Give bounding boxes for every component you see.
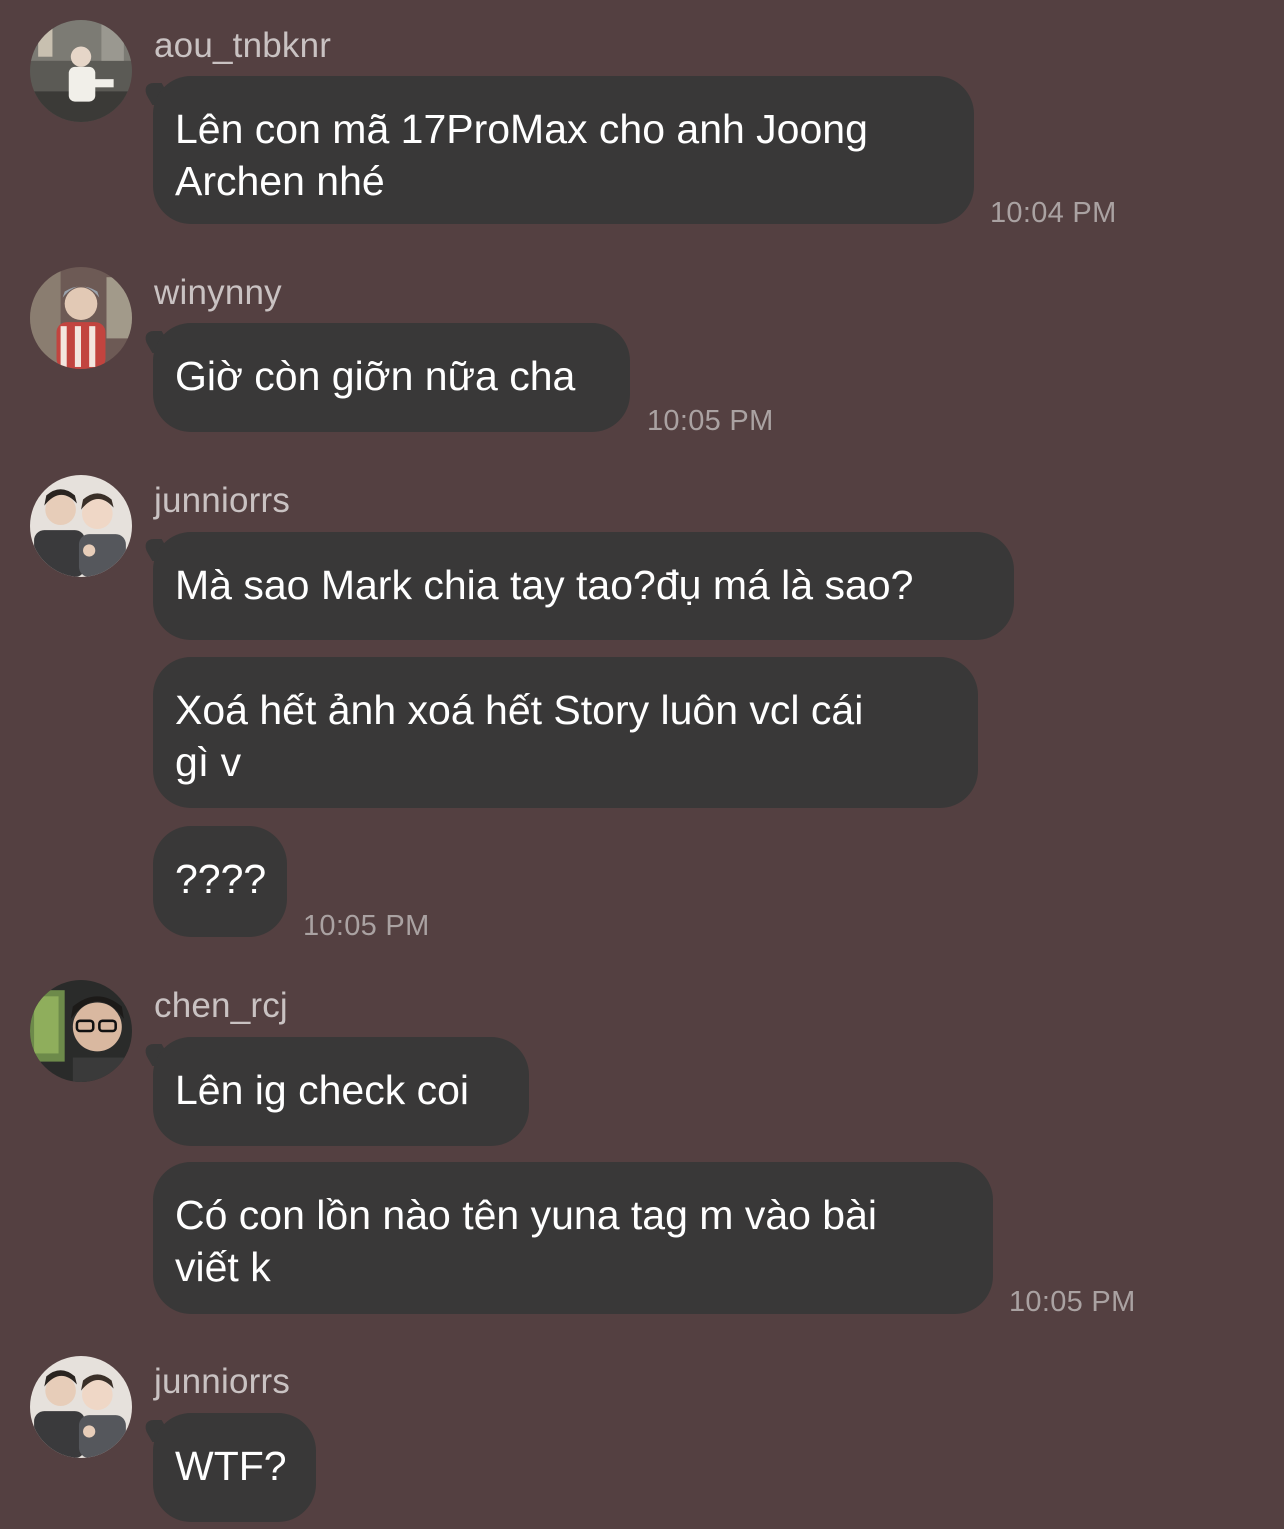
user-avatar-icon <box>30 267 132 369</box>
sender-name: junniorrs <box>154 481 291 520</box>
user-avatar-icon <box>30 980 132 1082</box>
avatar-chen-rcj[interactable] <box>30 980 132 1082</box>
message-timestamp: 10:05 PM <box>303 910 430 942</box>
message-bubble[interactable]: Giờ còn giỡn nữa cha <box>153 323 630 432</box>
message-timestamp: 10:04 PM <box>990 197 1117 229</box>
avatar-junniorrs[interactable] <box>30 1356 132 1458</box>
message-bubble[interactable]: Xoá hết ảnh xoá hết Story luôn vcl cái g… <box>153 657 978 808</box>
message-bubble[interactable]: WTF? <box>153 1413 316 1522</box>
sender-name: winynny <box>154 273 282 312</box>
message-bubble[interactable]: Mà sao Mark chia tay tao?đụ má là sao? <box>153 532 1014 640</box>
sender-name: junniorrs <box>154 1362 291 1401</box>
avatar-junniorrs[interactable] <box>30 475 132 577</box>
sender-name: aou_tnbknr <box>154 26 332 65</box>
message-bubble[interactable]: Có con lồn nào tên yuna tag m vào bài vi… <box>153 1162 993 1314</box>
message-timestamp: 10:05 PM <box>647 405 774 437</box>
avatar-winynny[interactable] <box>30 267 132 369</box>
message-bubble[interactable]: Lên ig check coi <box>153 1037 529 1146</box>
user-avatar-icon <box>30 1356 132 1458</box>
avatar-aou-tnbknr[interactable] <box>30 20 132 122</box>
user-avatar-icon <box>30 20 132 122</box>
message-bubble[interactable]: ???? <box>153 826 287 937</box>
message-timestamp: 10:05 PM <box>1009 1286 1136 1318</box>
user-avatar-icon <box>30 475 132 577</box>
sender-name: chen_rcj <box>154 986 288 1025</box>
message-bubble[interactable]: Lên con mã 17ProMax cho anh Joong Archen… <box>153 76 974 224</box>
chat-thread: aou_tnbknr Lên con mã 17ProMax cho anh J… <box>0 0 1284 1529</box>
